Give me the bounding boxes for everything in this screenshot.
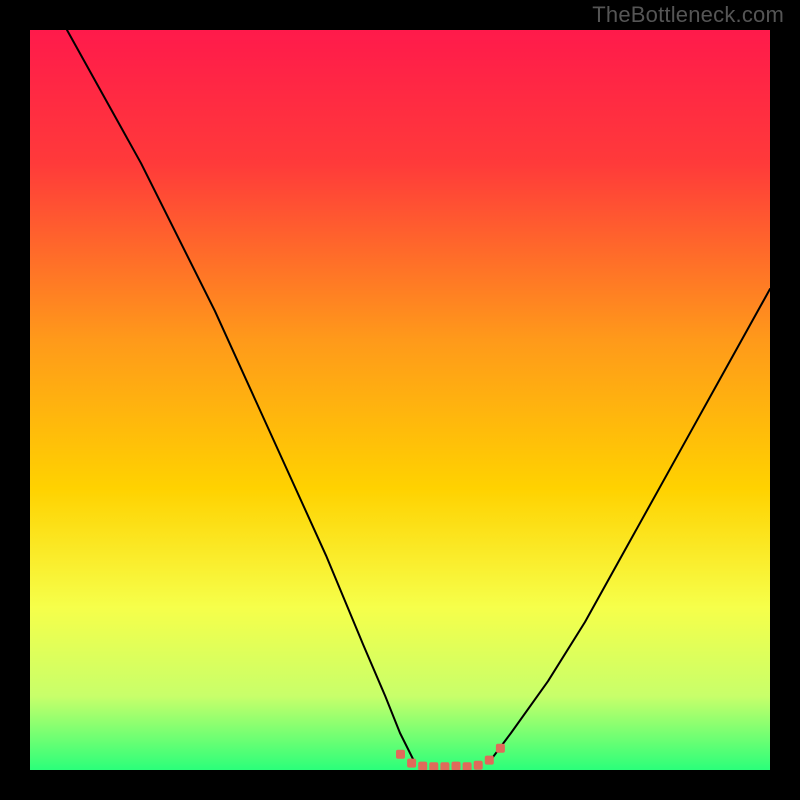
valley-dot <box>452 762 461 770</box>
plot-area <box>30 30 770 770</box>
valley-dot <box>440 762 449 770</box>
chart-svg <box>30 30 770 770</box>
chart-frame: TheBottleneck.com <box>0 0 800 800</box>
valley-dot <box>429 762 438 770</box>
valley-dot <box>407 759 416 768</box>
gradient-background <box>30 30 770 770</box>
attribution-text: TheBottleneck.com <box>592 2 784 28</box>
valley-dot <box>396 750 405 759</box>
valley-dot <box>463 762 472 770</box>
valley-dot <box>485 756 494 765</box>
valley-dot <box>418 762 427 770</box>
valley-dot <box>496 744 505 753</box>
valley-dot <box>474 761 483 770</box>
